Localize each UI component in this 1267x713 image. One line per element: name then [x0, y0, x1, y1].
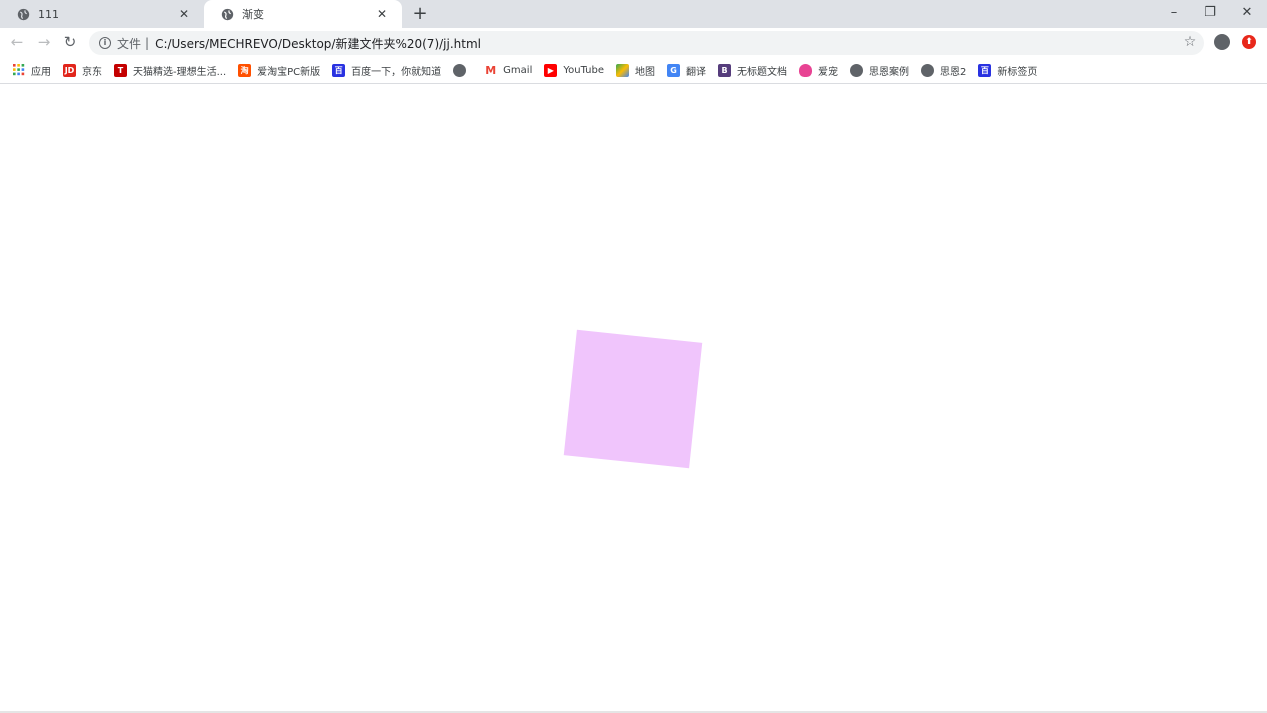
gmail-icon: M	[485, 64, 497, 77]
bookmark-item[interactable]: G 翻译	[667, 63, 706, 78]
bookmark-label: 京东	[82, 67, 102, 78]
bookmark-item[interactable]: 百百度一下，你就知道	[332, 63, 441, 78]
toolbar: ← → ↻ i 文件 | C:/Users/MECHREVO/Desktop/新…	[0, 28, 1267, 58]
tab-111[interactable]: 111 ✕	[0, 0, 204, 28]
scheme-separator: |	[145, 36, 150, 50]
bookmark-item[interactable]: 淘爱淘宝PC新版	[238, 63, 320, 78]
bookmark-label: 地图	[635, 67, 656, 78]
tab-close-icon[interactable]: ✕	[374, 6, 390, 22]
reload-icon[interactable]: ↻	[61, 33, 79, 51]
bookmark-item[interactable]: 百新标签页	[978, 63, 1037, 78]
bootstrap-icon: B	[718, 64, 732, 77]
bookmark-star-icon[interactable]: ☆	[1181, 33, 1199, 51]
tab-title: 111	[38, 7, 59, 21]
bookmark-label: 思恩2	[940, 67, 967, 78]
tmall-icon: T	[114, 64, 127, 77]
minimize-button[interactable]: –	[1164, 4, 1184, 22]
bookmark-label: 天猫精选-理想生活...	[133, 67, 227, 78]
globe-icon	[921, 64, 935, 77]
pet-icon	[799, 64, 813, 77]
apps-grid-icon	[12, 64, 25, 77]
bookmarks-bar: 应用 JD 京东 T 天猫精选-理想生活... 淘爱淘宝PC新版百百度一下，你就知道 M Gm…	[0, 58, 1267, 84]
tab-close-icon[interactable]: ✕	[176, 6, 192, 22]
bookmark-label: 百度一下，你就知道	[351, 67, 442, 78]
bookmark-label: 无标题文档	[737, 67, 788, 78]
aitaobao-icon: 淘	[238, 64, 252, 77]
extension-icon[interactable]: ⬆	[1242, 35, 1256, 49]
bookmark-label: YouTube	[563, 65, 605, 76]
bookmark-item[interactable]: T 天猫精选-理想生活...	[114, 63, 226, 78]
globe-icon	[17, 8, 30, 20]
url-text[interactable]: C:/Users/MECHREVO/Desktop/新建文件夹%20(7)/jj…	[155, 35, 481, 52]
jd-icon: JD	[63, 64, 76, 77]
bookmark-item[interactable]: 爱宠	[799, 63, 838, 78]
bookmark-label: 翻译	[686, 67, 707, 78]
back-arrow-icon[interactable]: ←	[8, 33, 26, 51]
bookmark-label: 思恩案例	[869, 67, 910, 78]
bookmark-item[interactable]: 应用	[12, 63, 51, 78]
baidu-icon: 百	[978, 64, 992, 77]
baidu-icon: 百	[332, 64, 346, 77]
bookmark-item[interactable]: M Gmail	[484, 64, 532, 77]
bookmark-item[interactable]: JD 京东	[63, 63, 102, 78]
translate-icon: G	[667, 64, 681, 77]
globe-icon	[221, 8, 234, 20]
bookmark-item[interactable]: ▶ YouTube	[544, 64, 604, 77]
restore-button[interactable]: ❐	[1200, 4, 1220, 22]
bookmark-label: Gmail	[503, 65, 533, 76]
bookmark-item[interactable]: 地图	[616, 63, 655, 78]
rotated-square	[563, 329, 703, 469]
scheme-label: 文件	[117, 36, 142, 51]
address-bar[interactable]: i 文件 | C:/Users/MECHREVO/Desktop/新建文件夹%2…	[89, 31, 1204, 55]
forward-arrow-icon[interactable]: →	[35, 33, 53, 51]
bookmark-label: 爱淘宝PC新版	[257, 67, 321, 78]
bookmark-label: 爱宠	[818, 67, 839, 78]
close-window-button[interactable]: ✕	[1237, 4, 1257, 22]
profile-avatar-icon[interactable]	[1214, 34, 1230, 50]
bookmark-label: 应用	[31, 67, 51, 78]
bookmark-item[interactable]: B 无标题文档	[718, 63, 787, 78]
bookmark-label: 新标签页	[997, 67, 1038, 78]
page-viewport	[0, 85, 1267, 711]
tab-title: 渐变	[242, 8, 264, 21]
globe-icon	[453, 64, 467, 77]
youtube-icon: ▶	[544, 64, 558, 77]
bookmark-item[interactable]: 思恩2	[921, 63, 966, 78]
browser-chrome: 111 ✕ 渐变 ✕ + – ❐ ✕ ← → ↻ i 文件 | C:/Users…	[0, 0, 1267, 85]
tab-gradient[interactable]: 渐变 ✕	[204, 0, 402, 28]
bookmark-item[interactable]	[453, 64, 472, 77]
new-tab-button[interactable]: +	[410, 4, 430, 24]
info-icon[interactable]: i	[99, 37, 111, 49]
tab-strip: 111 ✕ 渐变 ✕ + – ❐ ✕	[0, 0, 1267, 28]
maps-icon	[616, 64, 630, 77]
bookmark-item[interactable]: 思恩案例	[850, 63, 909, 78]
globe-icon	[850, 64, 864, 77]
